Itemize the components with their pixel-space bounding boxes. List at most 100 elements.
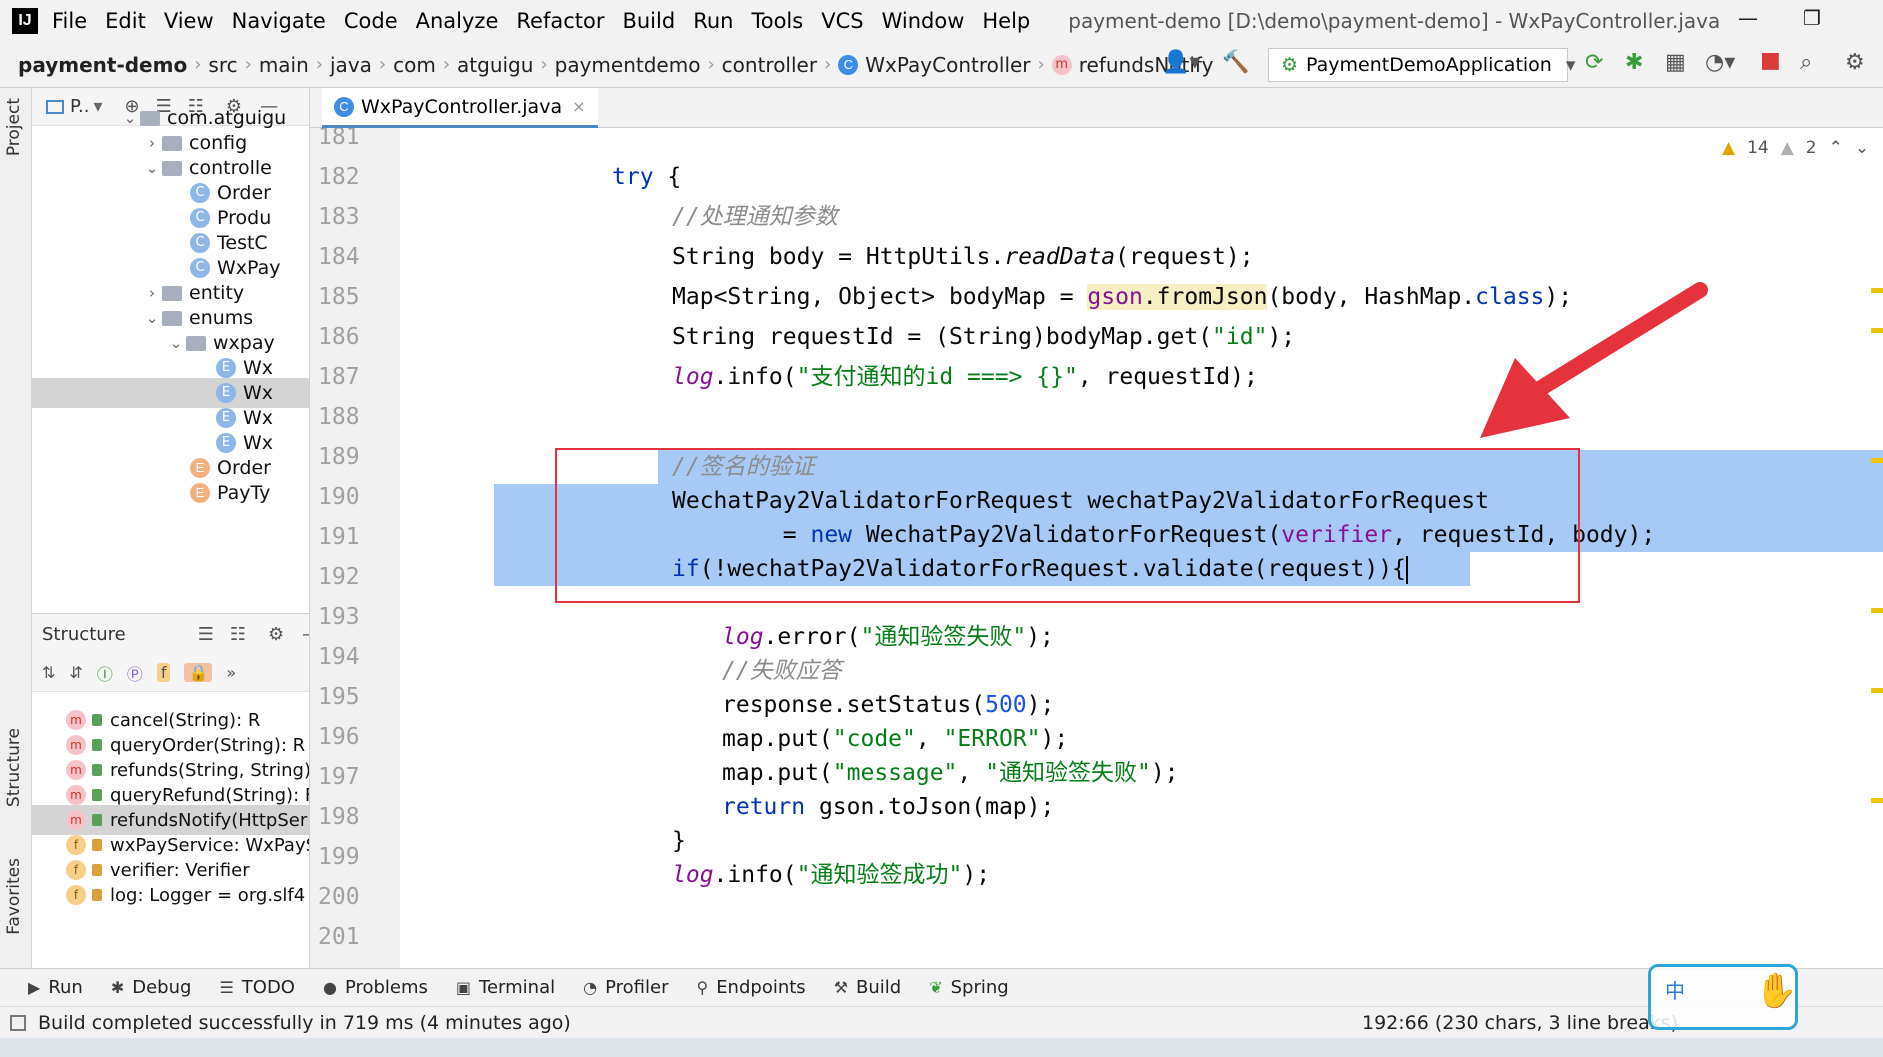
warning-count: 14 — [1747, 138, 1769, 158]
menu-window[interactable]: Window — [882, 9, 965, 33]
run-configuration-select[interactable]: ⚙ PaymentDemoApplication ▾ — [1268, 48, 1575, 82]
hammer-icon[interactable]: 🔨 — [1222, 50, 1249, 75]
warning-stripe[interactable] — [1871, 608, 1883, 613]
breadcrumb-controller[interactable]: controller — [722, 53, 817, 77]
tool-run[interactable]: ▶ Run — [28, 977, 83, 998]
expand-all-icon[interactable]: ☰ — [198, 624, 214, 645]
tool-problems[interactable]: ● Problems — [323, 977, 428, 998]
project-tool-tab[interactable]: Project — [4, 98, 24, 156]
menu-help[interactable]: Help — [982, 9, 1030, 33]
code-editor[interactable]: 181 182 183 184 185 186 187 188 189 190 … — [310, 128, 1883, 968]
favorites-tool-tab[interactable]: Favorites — [4, 858, 24, 935]
show-inherited-icon[interactable]: Ⓘ — [97, 661, 113, 685]
coverage-icon[interactable]: ▦ — [1665, 50, 1686, 75]
warning-stripe[interactable] — [1871, 688, 1883, 693]
menu-edit[interactable]: Edit — [105, 9, 146, 33]
menu-analyze[interactable]: Analyze — [416, 9, 499, 33]
rerun-icon[interactable]: ⟳ — [1585, 50, 1603, 75]
tree-item-label: com.atguigu — [167, 107, 287, 129]
restore-icon[interactable]: ❐ — [1803, 6, 1821, 30]
gear-icon[interactable]: ⚙ — [268, 624, 284, 645]
warning-stripe[interactable] — [1871, 798, 1883, 803]
code-string: "通知验签失败" — [860, 624, 1027, 650]
minimize-icon[interactable]: — — [1738, 6, 1758, 30]
breadcrumb-java[interactable]: java — [330, 53, 372, 77]
warning-stripe[interactable] — [1871, 288, 1883, 293]
code-token: return — [722, 794, 806, 820]
status-toggle-icon[interactable] — [10, 1014, 26, 1031]
breadcrumb-class[interactable]: C WxPayController — [838, 53, 1031, 77]
structure-item-label: cancel(String): R — [110, 709, 261, 731]
menu-refactor[interactable]: Refactor — [516, 9, 604, 33]
menu-code[interactable]: Code — [344, 9, 398, 33]
inspection-widget[interactable]: ▲ 14 ▲ 2 ⌃ ⌄ — [1722, 138, 1869, 158]
cursor-position[interactable]: 192:66 (230 chars, 3 line breaks) — [1362, 1012, 1678, 1034]
tool-profiler[interactable]: ◔ Profiler — [583, 977, 668, 998]
input-method-widget[interactable]: 中 ✋ — [1648, 964, 1798, 1030]
warning-stripe[interactable] — [1871, 458, 1883, 463]
code-token: map.put( — [722, 726, 833, 752]
enum-icon: E — [190, 483, 210, 503]
code-string: "ERROR" — [943, 726, 1041, 752]
profile-icon[interactable]: ◔▾ — [1705, 50, 1735, 75]
tree-item-label: Produ — [217, 207, 272, 229]
menu-view[interactable]: View — [164, 9, 214, 33]
search-icon[interactable]: ⌕ — [1800, 50, 1812, 75]
code-line: log.info("通知验签成功"); — [310, 858, 1883, 892]
dropdown-arrow-icon[interactable]: ▾ — [94, 96, 103, 117]
project-view-label[interactable]: P.. — [70, 96, 90, 117]
debug-icon[interactable]: ✱ — [1625, 50, 1643, 75]
more-icon[interactable]: » — [226, 663, 236, 682]
menu-file[interactable]: File — [52, 9, 87, 33]
menu-vcs[interactable]: VCS — [821, 9, 863, 33]
tree-item-label: config — [189, 132, 248, 154]
structure-item-label: wxPayService: WxPayS — [110, 834, 310, 856]
close-icon[interactable]: × — [572, 97, 585, 116]
enum-icon: E — [216, 383, 236, 403]
breadcrumb-paymentdemo[interactable]: paymentdemo — [555, 53, 701, 77]
tool-label: TODO — [241, 977, 295, 998]
settings-icon[interactable]: ⚙ — [1845, 50, 1865, 75]
menu-run[interactable]: Run — [693, 9, 733, 33]
tool-debug[interactable]: ✱ Debug — [111, 977, 192, 998]
structure-tool-tab[interactable]: Structure — [4, 728, 24, 807]
menu-navigate[interactable]: Navigate — [232, 9, 326, 33]
tool-todo[interactable]: ☰ TODO — [219, 977, 295, 998]
tool-endpoints[interactable]: ⚲ Endpoints — [696, 977, 805, 998]
breadcrumb-com[interactable]: com — [393, 53, 436, 77]
hide-panel-icon[interactable]: — — [302, 624, 309, 645]
left-tool-strip: Project Structure Favorites — [0, 88, 32, 968]
code-token: (request); — [1115, 244, 1254, 270]
show-properties-icon[interactable]: Ⓟ — [127, 661, 143, 685]
warning-stripe[interactable] — [1871, 328, 1883, 333]
sort-visibility-icon[interactable]: ⇵ — [69, 663, 82, 682]
tool-build[interactable]: ⚒ Build — [834, 977, 902, 998]
stop-icon[interactable]: ■ — [1760, 48, 1781, 73]
chevron-up-icon[interactable]: ⌃ — [1829, 138, 1843, 158]
project-panel: P.. ▾ ⊕ ☰ ☷ ⚙ — ⌄ com.atguigu › config ⌄ co… — [32, 88, 310, 613]
structure-item[interactable]: f log: Logger = org.slf4 — [32, 880, 305, 910]
breadcrumb-project[interactable]: payment-demo — [18, 53, 187, 77]
breadcrumb-atguigu[interactable]: atguigu — [457, 53, 533, 77]
menu-tools[interactable]: Tools — [751, 9, 803, 33]
collapse-all-icon[interactable]: ☷ — [230, 624, 246, 645]
tool-spring[interactable]: ❦ Spring — [929, 977, 1009, 998]
tree-item-enum[interactable]: E PayTy — [190, 478, 270, 508]
code-string: "message" — [832, 760, 958, 786]
chevron-down-icon[interactable]: ⌄ — [1855, 138, 1869, 158]
field-icon: f — [66, 860, 86, 880]
code-line: try { — [310, 160, 1883, 194]
structure-panel-header: Structure ☰ ☷ ⚙ — — [32, 614, 309, 654]
menu-build[interactable]: Build — [622, 9, 675, 33]
tab-wxpaycontroller[interactable]: C WxPayController.java × — [322, 88, 598, 128]
breadcrumb-src[interactable]: src — [208, 53, 237, 77]
breadcrumb-main[interactable]: main — [259, 53, 309, 77]
tool-terminal[interactable]: ▣ Terminal — [456, 977, 555, 998]
user-icon[interactable]: 👤▾ — [1162, 50, 1200, 75]
sort-alpha-icon[interactable]: ⇅ — [42, 663, 55, 682]
chevron-right-icon: › — [442, 54, 451, 75]
show-fields-icon[interactable]: f — [156, 663, 171, 682]
line-number: 188 — [318, 404, 360, 430]
show-non-public-icon[interactable]: 🔒 — [184, 663, 213, 682]
chevron-down-icon: ⌄ — [145, 159, 159, 177]
